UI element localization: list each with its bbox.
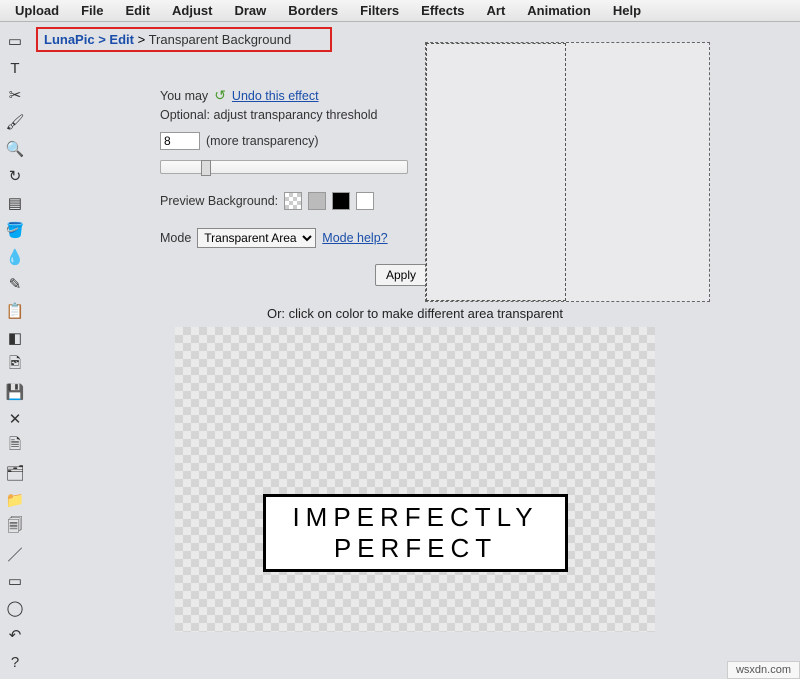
- breadcrumb-current: Transparent Background: [149, 32, 292, 47]
- tool-newdoc-icon[interactable]: 🗎: [6, 437, 24, 455]
- menu-borders[interactable]: Borders: [277, 1, 349, 20]
- tool-layers-icon[interactable]: 🗂: [6, 464, 24, 482]
- undo-arrow-icon: ↺: [214, 87, 226, 104]
- optional-label: Optional: adjust transparancy threshold: [160, 108, 378, 122]
- menubar: Upload File Edit Adjust Draw Borders Fil…: [0, 0, 800, 22]
- slider-handle[interactable]: [201, 160, 211, 176]
- tool-pencil-icon[interactable]: ✎: [6, 275, 24, 293]
- tool-save-icon[interactable]: 💾: [6, 383, 24, 401]
- tool-brush-icon[interactable]: 🖌: [6, 113, 24, 131]
- threshold-slider[interactable]: [160, 160, 408, 174]
- threshold-note: (more transparency): [206, 134, 319, 148]
- toolbar: ▭ T ✂ 🖌 🔍 ↻ ▤ 🪣 💧 ✎ 📋 ◧ 🖻 💾 ✕ 🗎 🗂 📁 🗐 ／ …: [0, 22, 30, 679]
- tool-ellipse-icon[interactable]: ◯: [6, 599, 24, 617]
- canvas-wrap: IMPERFECTLY PERFECT: [30, 327, 800, 632]
- or-instruction: Or: click on color to make different are…: [30, 306, 800, 321]
- mode-label: Mode: [160, 231, 191, 245]
- menu-draw[interactable]: Draw: [223, 1, 277, 20]
- tool-rotate-icon[interactable]: ↻: [6, 167, 24, 185]
- tool-folder-icon[interactable]: 📁: [6, 491, 24, 509]
- content-area: LunaPic > Edit > Transparent Background …: [30, 22, 800, 679]
- swatch-white[interactable]: [356, 192, 374, 210]
- logo-box: IMPERFECTLY PERFECT: [263, 494, 568, 572]
- menu-adjust[interactable]: Adjust: [161, 1, 223, 20]
- breadcrumb-edit-link[interactable]: Edit: [109, 32, 134, 47]
- tool-select-rect-icon[interactable]: ▭: [6, 32, 24, 50]
- tool-stack-icon[interactable]: 🗐: [6, 518, 24, 536]
- logo-line2: PERFECT: [334, 533, 497, 564]
- preview-selection[interactable]: [426, 43, 566, 301]
- menu-effects[interactable]: Effects: [410, 1, 475, 20]
- breadcrumb: LunaPic > Edit > Transparent Background: [36, 27, 332, 52]
- tool-magnify-icon[interactable]: 🔍: [6, 140, 24, 158]
- menu-filters[interactable]: Filters: [349, 1, 410, 20]
- breadcrumb-sep2: >: [138, 32, 149, 47]
- tool-fill-icon[interactable]: 🪣: [6, 221, 24, 239]
- tool-rectshape-icon[interactable]: ▭: [6, 572, 24, 590]
- tool-cut-icon[interactable]: ✂: [6, 86, 24, 104]
- menu-edit[interactable]: Edit: [114, 1, 161, 20]
- menu-upload[interactable]: Upload: [4, 1, 70, 20]
- tool-gradient-icon[interactable]: ▤: [6, 194, 24, 212]
- tool-copy-icon[interactable]: 📋: [6, 302, 24, 320]
- breadcrumb-sep: >: [98, 32, 109, 47]
- swatch-grey[interactable]: [308, 192, 326, 210]
- watermark: wsxdn.com: [727, 661, 800, 679]
- undo-link[interactable]: Undo this effect: [232, 89, 319, 103]
- tool-undo-icon[interactable]: ↶: [6, 626, 24, 644]
- youmay-label: You may: [160, 89, 208, 103]
- tool-help-icon[interactable]: ?: [6, 653, 24, 671]
- breadcrumb-home-link[interactable]: LunaPic: [44, 32, 95, 47]
- logo-line1: IMPERFECTLY: [292, 502, 538, 533]
- swatch-checker[interactable]: [284, 192, 302, 210]
- menu-art[interactable]: Art: [476, 1, 517, 20]
- tool-close-icon[interactable]: ✕: [6, 410, 24, 428]
- swatch-black[interactable]: [332, 192, 350, 210]
- mode-help-link[interactable]: Mode help?: [322, 231, 387, 245]
- image-canvas[interactable]: IMPERFECTLY PERFECT: [175, 327, 655, 632]
- apply-button[interactable]: Apply: [375, 264, 427, 286]
- tool-eyedropper-icon[interactable]: 💧: [6, 248, 24, 266]
- tool-eraser-icon[interactable]: ◧: [6, 329, 24, 347]
- threshold-input[interactable]: [160, 132, 200, 150]
- menu-file[interactable]: File: [70, 1, 114, 20]
- mode-select[interactable]: Transparent Area: [197, 228, 316, 248]
- previewbg-label: Preview Background:: [160, 194, 278, 208]
- menu-animation[interactable]: Animation: [516, 1, 602, 20]
- preview-area[interactable]: [425, 42, 710, 302]
- tool-line-icon[interactable]: ／: [6, 545, 24, 563]
- menu-help[interactable]: Help: [602, 1, 652, 20]
- tool-text-icon[interactable]: T: [6, 59, 24, 77]
- tool-picture-icon[interactable]: 🖻: [6, 356, 24, 374]
